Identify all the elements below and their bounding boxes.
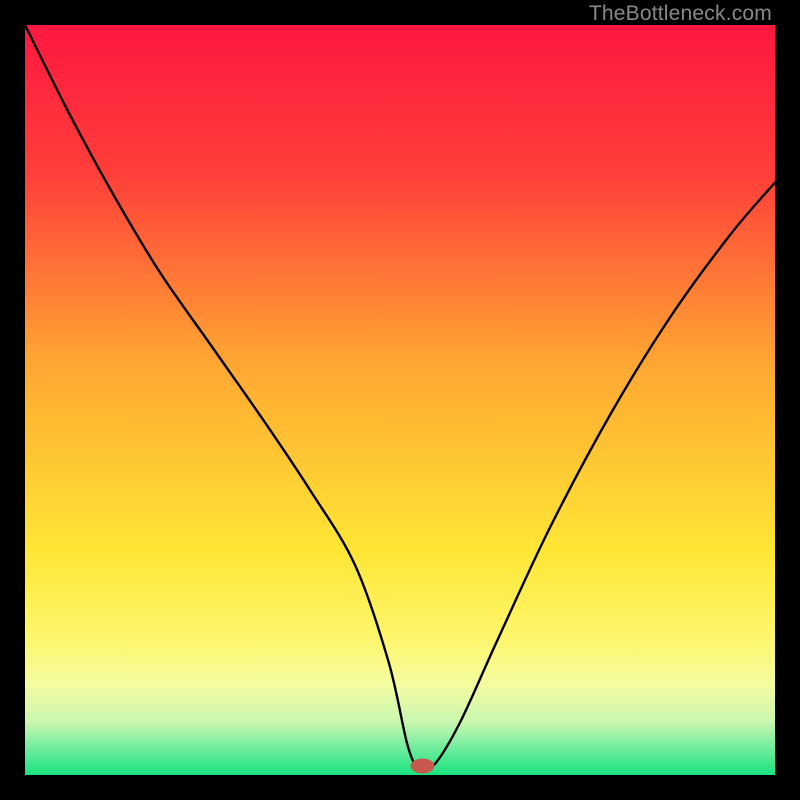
bottleneck-chart xyxy=(25,25,775,775)
optimum-marker xyxy=(411,759,435,774)
chart-frame xyxy=(25,25,775,775)
gradient-background xyxy=(25,25,775,775)
watermark-text: TheBottleneck.com xyxy=(589,2,772,26)
